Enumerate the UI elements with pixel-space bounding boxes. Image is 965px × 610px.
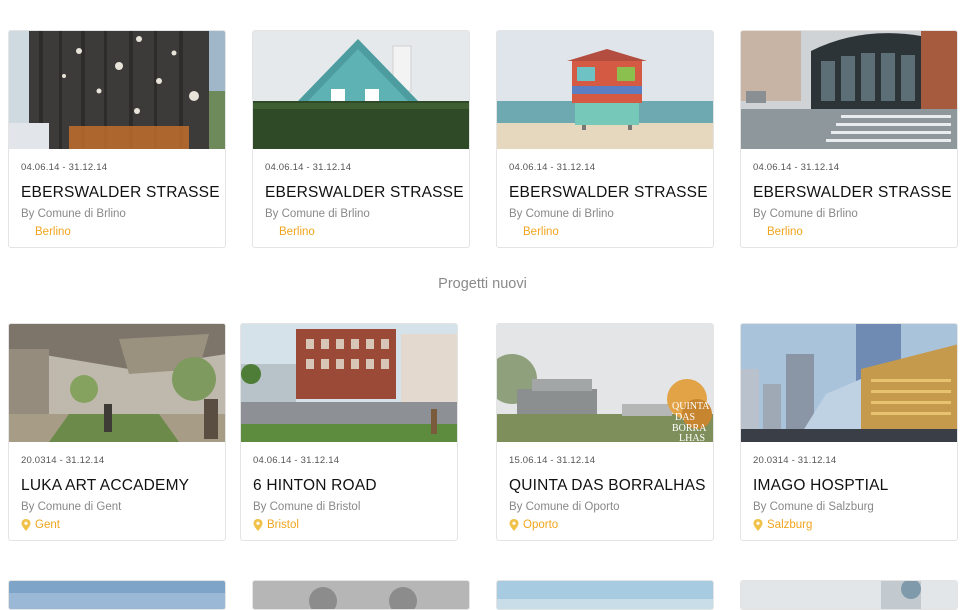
project-date: 04.06.14 - 31.12.14 <box>753 162 840 173</box>
project-image[interactable] <box>741 581 958 610</box>
project-author: By Comune di Brlino <box>753 208 858 220</box>
project-location[interactable]: Salzburg <box>753 519 812 531</box>
project-location[interactable]: Bristol <box>253 519 299 531</box>
project-date: 15.06.14 - 31.12.14 <box>509 455 596 466</box>
project-image[interactable] <box>253 581 470 610</box>
project-location[interactable]: Berlino <box>523 226 559 238</box>
project-title[interactable]: 6 HINTON ROAD <box>253 477 377 495</box>
project-date: 20.0314 - 31.12.14 <box>753 455 837 466</box>
project-card[interactable] <box>252 580 470 610</box>
project-date: 04.06.14 - 31.12.14 <box>253 455 340 466</box>
project-image[interactable] <box>497 581 714 610</box>
project-title[interactable]: EBERSWALDER STRASSE <box>753 184 952 202</box>
project-title[interactable]: QUINTA DAS BORRALHAS <box>509 477 706 495</box>
project-date: 04.06.14 - 31.12.14 <box>21 162 108 173</box>
location-label: Bristol <box>267 519 299 531</box>
project-image[interactable]: QUINTA DAS BORRA LHAS <box>497 324 713 442</box>
project-author: By Comune di Salzburg <box>753 501 874 513</box>
project-author: By Comune di Brlino <box>509 208 614 220</box>
location-pin-icon <box>21 519 31 531</box>
project-card[interactable]: 04.06.14 - 31.12.14 EBERSWALDER STRASSE … <box>740 30 958 248</box>
location-label: Oporto <box>523 519 559 531</box>
project-image[interactable] <box>9 324 225 442</box>
location-label: Berlino <box>35 226 71 238</box>
section-heading: Progetti nuovi <box>438 276 527 292</box>
project-card[interactable]: 04.06.14 - 31.12.14 EBERSWALDER STRASSE … <box>252 30 470 248</box>
project-image[interactable] <box>253 31 469 149</box>
location-label: Gent <box>35 519 60 531</box>
project-date: 04.06.14 - 31.12.14 <box>509 162 596 173</box>
location-pin-icon <box>753 519 763 531</box>
location-pin-icon <box>509 519 519 531</box>
project-image[interactable] <box>241 324 457 442</box>
project-card[interactable]: 20.0314 - 31.12.14 LUKA ART ACCADEMY By … <box>8 323 226 541</box>
project-card[interactable]: 20.0314 - 31.12.14 IMAGO HOSPTIAL By Com… <box>740 323 958 541</box>
image-overlay-text: DAS <box>675 412 695 423</box>
project-title[interactable]: EBERSWALDER STRASSE <box>21 184 220 202</box>
project-title[interactable]: EBERSWALDER STRASSE <box>265 184 464 202</box>
project-author: By Comune di Gent <box>21 501 122 513</box>
project-title[interactable]: IMAGO HOSPTIAL <box>753 477 888 495</box>
project-card[interactable]: QUINTA DAS BORRA LHAS 15.06.14 - 31.12.1… <box>496 323 714 541</box>
location-label: Berlino <box>523 226 559 238</box>
project-location[interactable]: Berlino <box>279 226 315 238</box>
project-author: By Comune di Brlino <box>265 208 370 220</box>
location-pin-icon <box>253 519 263 531</box>
project-title[interactable]: LUKA ART ACCADEMY <box>21 477 189 495</box>
project-card[interactable]: 04.06.14 - 31.12.14 EBERSWALDER STRASSE … <box>8 30 226 248</box>
project-image[interactable] <box>741 324 957 442</box>
project-card[interactable]: 04.06.14 - 31.12.14 6 HINTON ROAD By Com… <box>240 323 458 541</box>
project-card[interactable] <box>740 580 958 610</box>
project-author: By Comune di Bristol <box>253 501 361 513</box>
image-overlay-text: LHAS <box>679 433 705 442</box>
location-label: Berlino <box>767 226 803 238</box>
project-title[interactable]: EBERSWALDER STRASSE <box>509 184 708 202</box>
project-author: By Comune di Brlino <box>21 208 126 220</box>
project-date: 04.06.14 - 31.12.14 <box>265 162 352 173</box>
project-date: 20.0314 - 31.12.14 <box>21 455 105 466</box>
project-author: By Comune di Oporto <box>509 501 620 513</box>
project-location[interactable]: Berlino <box>35 226 71 238</box>
image-overlay-text: QUINTA <box>672 401 710 412</box>
project-image[interactable] <box>9 581 226 610</box>
project-location[interactable]: Oporto <box>509 519 558 531</box>
project-card[interactable] <box>496 580 714 610</box>
project-image[interactable] <box>497 31 713 149</box>
location-label: Salzburg <box>767 519 813 531</box>
project-card[interactable]: 04.06.14 - 31.12.14 EBERSWALDER STRASSE … <box>496 30 714 248</box>
location-label: Berlino <box>279 226 315 238</box>
project-card[interactable] <box>8 580 226 610</box>
project-image[interactable] <box>9 31 225 149</box>
project-location[interactable]: Gent <box>21 519 60 531</box>
project-location[interactable]: Berlino <box>767 226 803 238</box>
project-image[interactable] <box>741 31 957 149</box>
